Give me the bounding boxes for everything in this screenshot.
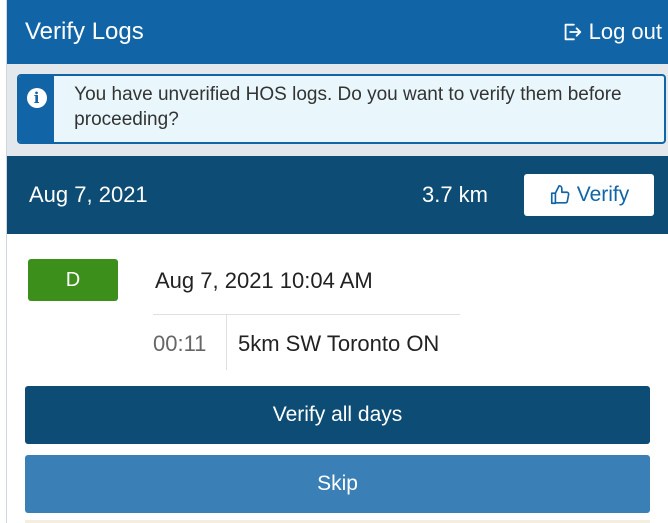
entry-duration: 00:11 (153, 331, 207, 356)
skip-button[interactable]: Skip (25, 455, 650, 513)
verify-logs-screen: Verify Logs Log out i You have unverifie… (7, 0, 668, 523)
info-icon: i (26, 88, 47, 108)
logout-icon (564, 23, 581, 41)
log-entry: D Aug 7, 2021 10:04 AM 00:11 5km SW Toro… (7, 234, 668, 386)
thumbs-up-icon (550, 185, 570, 205)
day-summary-bar: Aug 7, 2021 3.7 km Verify (7, 156, 668, 234)
banner-area: i You have unverified HOS logs. Do you w… (7, 64, 668, 156)
entry-divider (153, 314, 460, 315)
entry-timestamp: Aug 7, 2021 10:04 AM (155, 268, 373, 293)
duty-status-badge: D (28, 259, 118, 301)
app-header: Verify Logs Log out (7, 0, 668, 64)
logout-button[interactable]: Log out (561, 19, 662, 45)
verify-all-days-button[interactable]: Verify all days (25, 386, 650, 444)
banner-message: You have unverified HOS logs. Do you wan… (74, 84, 622, 130)
verify-day-button[interactable]: Verify (524, 174, 654, 216)
left-edge-border (0, 0, 7, 523)
banner-icon-column: i (19, 76, 55, 142)
verify-day-label: Verify (576, 183, 630, 206)
day-distance: 3.7 km (421, 182, 488, 207)
day-date: Aug 7, 2021 (29, 182, 148, 207)
page-title: Verify Logs (25, 18, 144, 45)
entry-location: 5km SW Toronto ON (238, 331, 440, 356)
unverified-logs-banner: i You have unverified HOS logs. Do you w… (17, 74, 666, 144)
logout-label: Log out (588, 19, 662, 44)
entry-column-divider (226, 315, 227, 370)
